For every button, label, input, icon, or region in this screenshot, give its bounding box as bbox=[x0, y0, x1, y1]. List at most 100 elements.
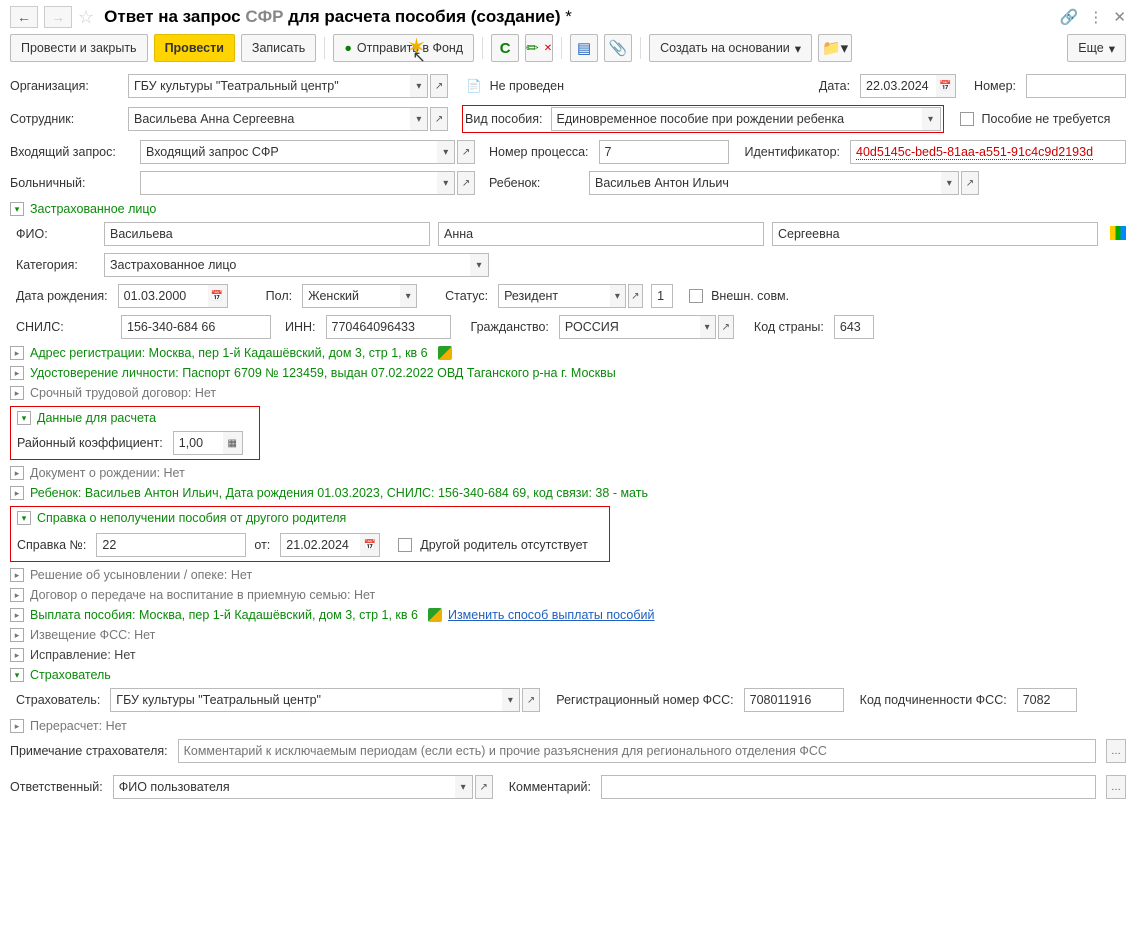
section-fss-notice[interactable]: ▸ Извещение ФСС: Нет bbox=[10, 628, 1126, 642]
child-input[interactable]: Васильев Антон Ильич bbox=[589, 171, 941, 195]
cert-date-input[interactable]: 21.02.2024 bbox=[280, 533, 360, 557]
open-icon[interactable]: ↗ bbox=[522, 688, 540, 712]
edit-icon[interactable] bbox=[438, 346, 452, 360]
nav-back-button[interactable]: ← bbox=[10, 6, 38, 28]
write-button[interactable]: Записать bbox=[241, 34, 316, 62]
dob-input[interactable]: 01.03.2000 bbox=[118, 284, 208, 308]
section-child[interactable]: ▸ Ребенок: Васильев Антон Ильич, Дата ро… bbox=[10, 486, 1126, 500]
open-icon[interactable]: ↗ bbox=[475, 775, 493, 799]
name-input[interactable]: Анна bbox=[438, 222, 764, 246]
patronymic-input[interactable]: Сергеевна bbox=[772, 222, 1098, 246]
coeff-input[interactable]: 1,00 bbox=[173, 431, 223, 455]
other-parent-label: Другой родитель отсутствует bbox=[420, 538, 588, 552]
chevron-right-icon: ▸ bbox=[10, 628, 24, 642]
inn-input[interactable]: 770464096433 bbox=[326, 315, 451, 339]
section-insured[interactable]: ▾ Застрахованное лицо bbox=[10, 202, 1126, 216]
dropdown-icon[interactable]: ▾ bbox=[700, 315, 716, 339]
dropdown-icon[interactable]: ▾ bbox=[437, 140, 455, 164]
section-noparent[interactable]: ▾ Справка о неполучении пособия от друго… bbox=[17, 511, 603, 525]
dropdown-icon[interactable]: ▾ bbox=[410, 74, 428, 98]
create-based-button[interactable]: Создать на основании ▾ bbox=[649, 34, 812, 62]
attach-button[interactable]: 📎 bbox=[604, 34, 632, 62]
process-input[interactable]: 7 bbox=[599, 140, 729, 164]
favorite-star-icon[interactable]: ☆ bbox=[78, 7, 94, 28]
note-input[interactable] bbox=[178, 739, 1096, 763]
emp-input[interactable]: Васильева Анна Сергеевна bbox=[128, 107, 410, 131]
section-foster[interactable]: ▸ Договор о передаче на воспитание в при… bbox=[10, 588, 1126, 602]
calendar-icon[interactable]: 📅 bbox=[936, 74, 956, 98]
calendar-icon[interactable]: 📅 bbox=[208, 284, 228, 308]
section-identity[interactable]: ▸ Удостоверение личности: Паспорт 6709 №… bbox=[10, 366, 1126, 380]
category-input[interactable]: Застрахованное лицо bbox=[104, 253, 470, 277]
section-calc[interactable]: ▾ Данные для расчета bbox=[17, 411, 253, 425]
open-icon[interactable]: ↗ bbox=[457, 140, 475, 164]
close-icon[interactable]: ✕ bbox=[1113, 8, 1126, 26]
other-parent-checkbox[interactable] bbox=[398, 538, 412, 552]
sex-label: Пол: bbox=[266, 289, 292, 303]
open-icon[interactable]: ↗ bbox=[718, 315, 734, 339]
inreq-input[interactable]: Входящий запрос СФР bbox=[140, 140, 437, 164]
ext-combine-checkbox[interactable] bbox=[689, 289, 703, 303]
sub-input[interactable]: 7082 bbox=[1017, 688, 1077, 712]
post-button[interactable]: Провести bbox=[154, 34, 235, 62]
section-insurer[interactable]: ▾ Страхователь bbox=[10, 668, 1126, 682]
refresh-button[interactable]: C bbox=[491, 34, 519, 62]
reg-input[interactable]: 708011916 bbox=[744, 688, 844, 712]
post-and-close-button[interactable]: Провести и закрыть bbox=[10, 34, 148, 62]
calculator-icon[interactable]: ▦ bbox=[223, 431, 243, 455]
edit-person-icon[interactable] bbox=[1110, 226, 1126, 243]
dropdown-icon[interactable]: ▾ bbox=[941, 171, 959, 195]
dropdown-icon[interactable]: ▾ bbox=[610, 284, 625, 308]
dropdown-icon[interactable]: ▾ bbox=[470, 253, 489, 277]
section-payout[interactable]: ▸ Выплата пособия: Москва, пер 1-й Кадаш… bbox=[10, 608, 1126, 622]
dropdown-icon[interactable]: ▾ bbox=[410, 107, 428, 131]
struct-button[interactable]: 📁▾ bbox=[818, 34, 852, 62]
calendar-icon[interactable]: 📅 bbox=[360, 533, 380, 557]
section-adoption[interactable]: ▸ Решение об усыновлении / опеке: Нет bbox=[10, 568, 1126, 582]
edit-icon[interactable] bbox=[428, 608, 442, 622]
more-button[interactable]: Еще ▾ bbox=[1067, 34, 1126, 62]
print-button[interactable]: ▤ bbox=[570, 34, 598, 62]
date-input[interactable]: 22.03.2024 bbox=[860, 74, 936, 98]
id-input[interactable]: 40d5145c-bed5-81aa-a551-91c4c9d2193d bbox=[850, 140, 1126, 164]
section-address[interactable]: ▸ Адрес регистрации: Москва, пер 1-й Кад… bbox=[10, 346, 1126, 360]
dropdown-icon[interactable]: ▾ bbox=[400, 284, 417, 308]
number-input[interactable] bbox=[1026, 74, 1126, 98]
dropdown-icon[interactable]: ▾ bbox=[502, 688, 520, 712]
section-correction[interactable]: ▸ Исправление: Нет bbox=[10, 648, 1126, 662]
section-birth-doc[interactable]: ▸ Документ о рождении: Нет bbox=[10, 466, 1126, 480]
sick-input[interactable] bbox=[140, 171, 437, 195]
ext-combine-label: Внешн. совм. bbox=[711, 289, 789, 303]
link-icon[interactable]: 🔗 bbox=[1060, 8, 1079, 26]
dropdown-icon[interactable]: ▾ bbox=[437, 171, 455, 195]
more-menu-icon[interactable]: ⋮ bbox=[1088, 8, 1103, 26]
benefit-type-input[interactable]: Единовременное пособие при рождении ребе… bbox=[551, 107, 922, 131]
citizen-input[interactable]: РОССИЯ bbox=[559, 315, 700, 339]
dropdown-icon[interactable]: ▾ bbox=[922, 107, 941, 131]
insurer-input[interactable]: ГБУ культуры "Театральный центр" bbox=[110, 688, 501, 712]
snils-input[interactable]: 156-340-684 66 bbox=[121, 315, 271, 339]
status-input[interactable]: Резидент bbox=[498, 284, 610, 308]
send-to-fund-button[interactable]: ●Отправить в Фонд ✶ ↖ bbox=[333, 34, 474, 62]
dropdown-icon[interactable]: ▾ bbox=[455, 775, 473, 799]
section-contract[interactable]: ▸ Срочный трудовой договор: Нет bbox=[10, 386, 1126, 400]
surname-input[interactable]: Васильева bbox=[104, 222, 430, 246]
clear-button[interactable]: ✏✕ bbox=[525, 34, 553, 62]
change-payout-link[interactable]: Изменить способ выплаты пособий bbox=[448, 608, 655, 622]
nav-forward-button[interactable]: → bbox=[44, 6, 72, 28]
benefit-not-needed-checkbox[interactable] bbox=[960, 112, 974, 126]
open-icon[interactable]: ↗ bbox=[628, 284, 644, 308]
open-icon[interactable]: ↗ bbox=[430, 74, 448, 98]
section-recalc[interactable]: ▸ Перерасчет: Нет bbox=[10, 719, 1126, 733]
cert-no-input[interactable]: 22 bbox=[96, 533, 246, 557]
fio-label: ФИО: bbox=[16, 227, 96, 241]
expand-icon[interactable]: … bbox=[1106, 775, 1126, 799]
open-icon[interactable]: ↗ bbox=[961, 171, 979, 195]
org-input[interactable]: ГБУ культуры "Театральный центр" bbox=[128, 74, 410, 98]
comment-input[interactable] bbox=[601, 775, 1096, 799]
open-icon[interactable]: ↗ bbox=[457, 171, 475, 195]
resp-input[interactable]: ФИО пользователя bbox=[113, 775, 455, 799]
open-icon[interactable]: ↗ bbox=[430, 107, 448, 131]
sex-input[interactable]: Женский bbox=[302, 284, 400, 308]
expand-icon[interactable]: … bbox=[1106, 739, 1126, 763]
